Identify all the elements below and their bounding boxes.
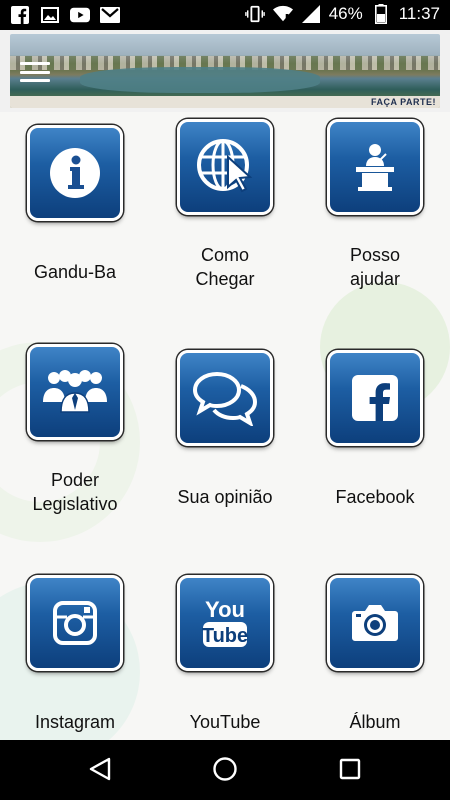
vibrate-icon	[244, 4, 265, 24]
grid-item-label: YouTube	[189, 712, 261, 732]
grid-item-label: Facebook	[335, 487, 415, 507]
grid-item-facebook[interactable]: Facebook	[300, 337, 450, 527]
grid-item-como-chegar[interactable]: Como Chegar	[150, 112, 300, 302]
grid-item-label: Instagram	[34, 712, 116, 732]
battery-percent: 46%	[328, 4, 363, 23]
grid-item-youtube[interactable]: You Tube YouTube	[150, 562, 300, 740]
grid-item-label: Poder Legislativo	[32, 470, 118, 514]
header: FAÇA PARTE!	[0, 30, 450, 112]
battery-icon	[371, 4, 391, 24]
podium-icon[interactable]	[327, 119, 423, 215]
grid-item-instagram[interactable]: Instagram	[0, 562, 150, 740]
image-notification-icon	[40, 5, 60, 25]
group-icon[interactable]	[27, 344, 123, 440]
svg-text:Tube: Tube	[202, 625, 248, 647]
recents-icon[interactable]	[335, 754, 365, 784]
info-icon[interactable]	[27, 125, 123, 221]
facebook-icon[interactable]	[327, 350, 423, 446]
signal-icon	[301, 4, 321, 24]
hamburger-menu-icon[interactable]	[20, 62, 50, 82]
wifi-icon	[272, 4, 293, 24]
banner-tagline: FAÇA PARTE!	[371, 97, 436, 107]
grid-item-label: Como Chegar	[195, 245, 255, 289]
svg-text:You: You	[205, 597, 245, 622]
home-icon[interactable]	[210, 754, 240, 784]
grid-item-label: Sua opinião	[177, 487, 273, 507]
status-bar: 46% 11:37	[0, 0, 450, 30]
app-grid: Gandu-Ba Como Chegar Posso ajudar Poder …	[0, 112, 450, 740]
grid-item-label: Gandu-Ba	[33, 262, 117, 282]
clock: 11:37	[398, 4, 440, 23]
chat-bubbles-icon[interactable]	[177, 350, 273, 446]
camera-icon[interactable]	[327, 575, 423, 671]
city-banner-image: FAÇA PARTE!	[10, 34, 440, 108]
grid-item-posso-ajudar[interactable]: Posso ajudar	[300, 112, 450, 302]
grid-item-label: Álbum	[349, 712, 401, 732]
grid-item-sua-opiniao[interactable]: Sua opinião	[150, 337, 300, 527]
globe-cursor-icon[interactable]	[177, 119, 273, 215]
gmail-notification-icon	[100, 5, 120, 25]
grid-item-poder-legislativo[interactable]: Poder Legislativo	[0, 337, 150, 527]
back-icon[interactable]	[85, 754, 115, 784]
youtube-notification-icon	[70, 5, 90, 25]
youtube-icon[interactable]: You Tube	[177, 575, 273, 671]
navigation-bar	[0, 740, 450, 800]
grid-item-gandu-ba[interactable]: Gandu-Ba	[0, 112, 150, 302]
facebook-notification-icon	[10, 5, 30, 25]
instagram-icon[interactable]	[27, 575, 123, 671]
grid-item-label: Posso ajudar	[349, 245, 401, 289]
grid-item-album[interactable]: Álbum	[300, 562, 450, 740]
